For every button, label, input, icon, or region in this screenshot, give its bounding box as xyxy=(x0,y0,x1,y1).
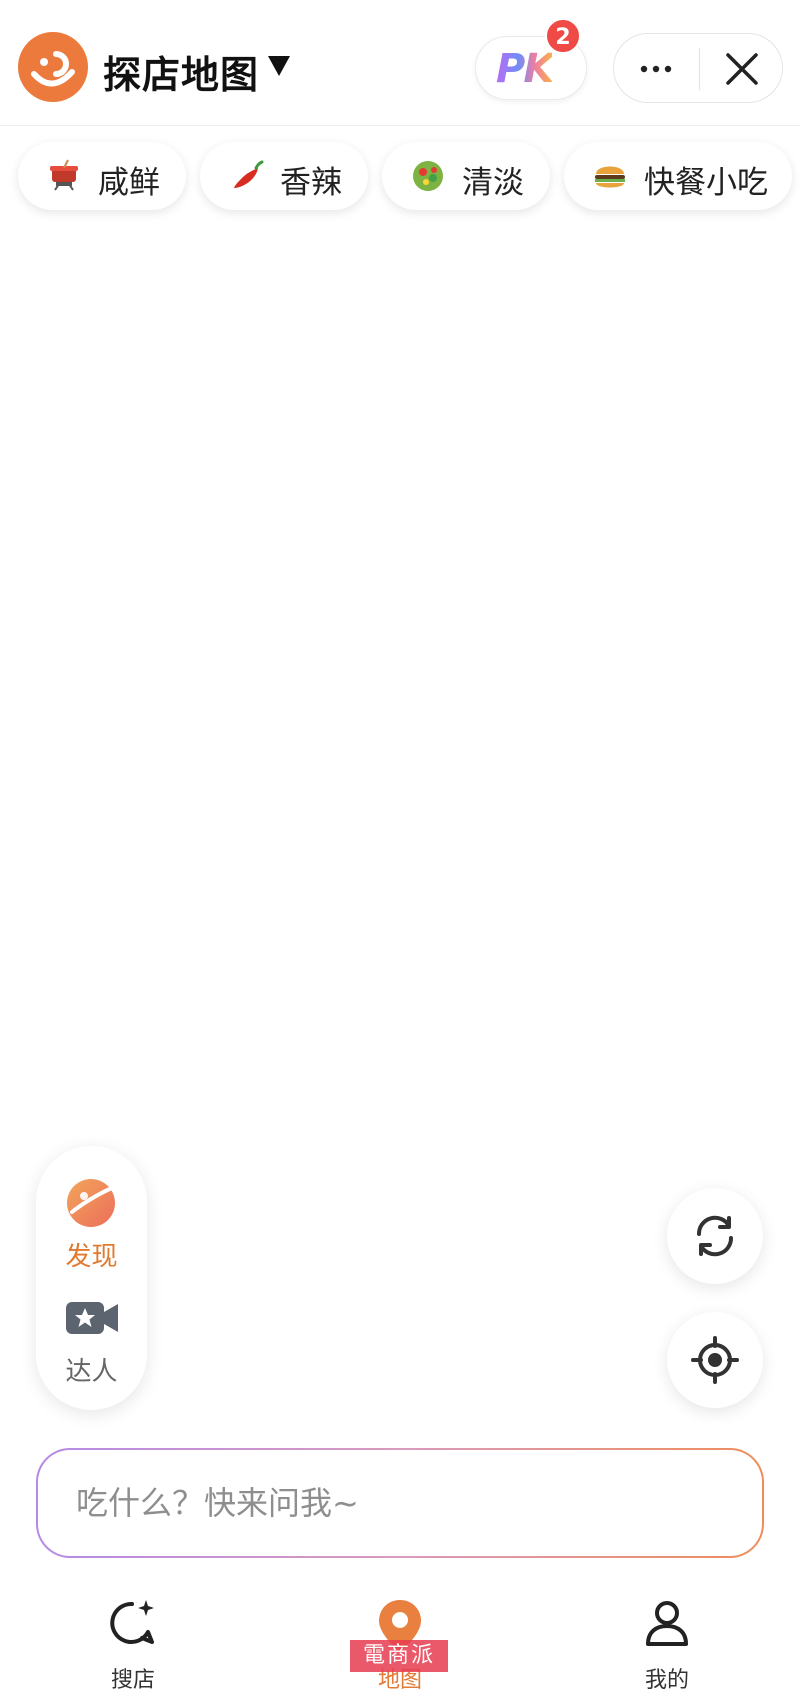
mini-program-capsule xyxy=(613,33,783,103)
ask-input[interactable] xyxy=(38,1450,762,1556)
category-chip-light[interactable]: 清淡 xyxy=(382,142,550,210)
ask-input-border xyxy=(36,1448,764,1558)
nav-label: 搜店 xyxy=(110,1668,155,1693)
refresh-button[interactable] xyxy=(667,1188,763,1284)
app-logo-icon[interactable] xyxy=(18,32,88,102)
pk-count-badge: 2 xyxy=(545,18,581,54)
category-chip-savory[interactable]: 咸鲜 xyxy=(18,142,186,210)
category-chip-spicy[interactable]: 香辣 xyxy=(200,142,368,210)
dropdown-caret-icon[interactable] xyxy=(268,56,290,76)
salad-icon xyxy=(413,161,443,191)
app-title[interactable]: 探店地图 xyxy=(103,44,259,99)
watermark-stamp: 電商派 xyxy=(350,1640,448,1672)
chat-sparkle-icon xyxy=(110,1600,154,1644)
top-bar: 探店地图 PK 2 xyxy=(0,0,800,126)
expert-label[interactable]: 达人 xyxy=(36,1351,147,1388)
nav-item-profile[interactable]: 我的 xyxy=(597,1586,737,1695)
category-label: 咸鲜 xyxy=(98,165,160,201)
nav-label: 我的 xyxy=(644,1668,689,1693)
nav-item-search-store[interactable]: 搜店 xyxy=(63,1586,203,1695)
category-label: 清淡 xyxy=(462,165,524,201)
pk-label: PK xyxy=(496,46,554,92)
planet-discover-icon[interactable] xyxy=(64,1176,118,1230)
discover-label[interactable]: 发现 xyxy=(36,1236,147,1273)
category-label: 香辣 xyxy=(280,165,342,201)
locate-button[interactable] xyxy=(667,1312,763,1408)
refresh-icon xyxy=(696,1215,734,1257)
video-star-icon[interactable] xyxy=(64,1296,120,1340)
hotpot-icon xyxy=(50,159,78,191)
burger-icon xyxy=(595,166,625,188)
side-shortcut-panel: 发现 达人 xyxy=(36,1146,147,1410)
close-icon[interactable] xyxy=(700,34,784,104)
locate-crosshair-icon xyxy=(691,1336,739,1384)
more-options-icon[interactable] xyxy=(614,34,699,104)
chili-pepper-icon xyxy=(234,160,264,188)
category-label: 快餐小吃 xyxy=(644,165,768,201)
category-chip-fast-food[interactable]: 快餐小吃 xyxy=(564,142,792,210)
user-profile-icon xyxy=(646,1601,688,1646)
